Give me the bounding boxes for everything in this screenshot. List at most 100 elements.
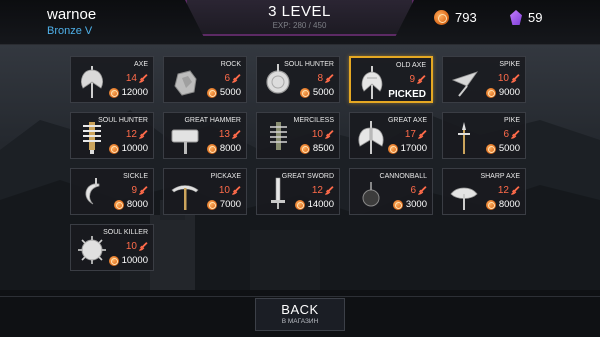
coin-balance[interactable]: 793 [434, 10, 477, 25]
weapon-power: 14 [126, 73, 148, 84]
weapon-card[interactable]: CANNONBALL 6 3000 [349, 168, 433, 215]
sword-icon [418, 130, 427, 139]
weapon-price: 7000 [206, 199, 241, 210]
pickaxe-icon [168, 174, 202, 212]
weapon-price: 8000 [206, 143, 241, 154]
weapon-card[interactable]: GREAT AXE 17 17000 [349, 112, 433, 159]
weapon-name: SPIKE [499, 61, 520, 68]
weapon-price: 8000 [113, 199, 148, 210]
power-value: 13 [218, 129, 230, 140]
divider [0, 296, 600, 297]
back-button[interactable]: BACK В МАГАЗИН [255, 298, 345, 331]
weapon-power: 12 [498, 185, 520, 196]
rock-icon [168, 62, 202, 100]
sword-icon [139, 74, 148, 83]
power-value: 6 [410, 185, 416, 196]
weapon-name: SOUL HUNTER [284, 61, 334, 68]
sword-icon [511, 130, 520, 139]
weapon-grid: AXE 14 12000 ROCK 6 5000 SOUL HUNTER 8 5000 OLD A… [70, 56, 530, 271]
weapon-price: 12000 [108, 87, 148, 98]
price-value: 17000 [400, 143, 427, 154]
weapon-card[interactable]: PICKAXE 10 7000 [163, 168, 247, 215]
weapon-power: 10 [219, 185, 241, 196]
spike-icon [447, 62, 481, 100]
weapon-price: 10000 [108, 255, 148, 266]
spiked-mace-icon [261, 118, 295, 156]
weapon-card[interactable]: GREAT SWORD 12 14000 [256, 168, 340, 215]
weapon-card[interactable]: SOUL HUNTER 8 5000 [256, 56, 340, 103]
weapon-name: ROCK [220, 61, 241, 68]
power-value: 10 [125, 241, 137, 252]
coin-count: 793 [455, 10, 477, 25]
weapon-price: 17000 [387, 143, 427, 154]
coin-icon [294, 199, 305, 210]
power-value: 9 [131, 185, 137, 196]
weapon-name: SOUL HUNTER [98, 117, 148, 124]
weapon-power: 8 [317, 73, 334, 84]
weapon-card[interactable]: ROCK 6 5000 [163, 56, 247, 103]
power-value: 14 [125, 73, 137, 84]
coin-icon [206, 199, 217, 210]
weapon-power: 9 [409, 74, 426, 85]
weapon-power: 12 [312, 185, 334, 196]
weapon-card[interactable]: MERCILESS 10 8500 [256, 112, 340, 159]
weapon-card[interactable]: GREAT HAMMER 13 8000 [163, 112, 247, 159]
gem-count: 59 [528, 10, 543, 25]
weapon-power: 6 [503, 129, 520, 140]
weapon-name: OLD AXE [396, 62, 426, 69]
power-value: 17 [404, 129, 416, 140]
price-value: 3000 [405, 199, 427, 210]
price-value: 5000 [498, 143, 520, 154]
weapon-card[interactable]: SHARP AXE 12 8000 [442, 168, 526, 215]
coin-icon [206, 87, 217, 98]
weapon-name: GREAT SWORD [281, 173, 334, 180]
price-value: 14000 [307, 199, 334, 210]
sword-icon [232, 74, 241, 83]
weapon-power: 6 [410, 185, 427, 196]
weapon-power: 12 [126, 129, 148, 140]
weapon-power: 10 [498, 73, 520, 84]
gem-balance[interactable]: 59 [510, 10, 542, 25]
sickle-icon [75, 174, 109, 212]
power-value: 10 [311, 129, 323, 140]
weapon-card[interactable]: SOUL HUNTER 12 10000 [70, 112, 154, 159]
power-value: 8 [317, 73, 323, 84]
weapon-card[interactable]: SICKLE 9 8000 [70, 168, 154, 215]
price-value: 10000 [121, 255, 148, 266]
weapon-power: 10 [126, 241, 148, 252]
weapon-card[interactable]: SOUL KILLER 10 10000 [70, 224, 154, 271]
weapon-price: 3000 [392, 199, 427, 210]
sword-icon [325, 130, 334, 139]
sword-icon [325, 186, 334, 195]
weapon-card[interactable]: SPIKE 10 9000 [442, 56, 526, 103]
weapon-name: SICKLE [123, 173, 148, 180]
sword-icon [511, 74, 520, 83]
level-label: 3 LEVEL [268, 3, 331, 20]
weapon-card[interactable]: OLD AXE 9 PICKED [349, 56, 433, 103]
weapon-name: SHARP AXE [480, 173, 520, 180]
weapon-name: PICKAXE [210, 173, 241, 180]
weapon-card[interactable]: AXE 14 12000 [70, 56, 154, 103]
coin-icon [108, 143, 119, 154]
weapon-card[interactable]: PIKE 6 5000 [442, 112, 526, 159]
sword-icon [139, 242, 148, 251]
price-value: 7000 [219, 199, 241, 210]
price-value: 8000 [219, 143, 241, 154]
player-name: warnoe [47, 6, 97, 23]
weapon-price: 5000 [206, 87, 241, 98]
weapon-power: 13 [219, 129, 241, 140]
coin-icon [206, 143, 217, 154]
weapon-power: 17 [405, 129, 427, 140]
power-value: 6 [224, 73, 230, 84]
weapon-name: AXE [133, 61, 148, 68]
sword-icon [325, 74, 334, 83]
exp-progress: EXP: 280 / 450 [272, 21, 327, 30]
price-value: 8500 [312, 143, 334, 154]
sword-icon [417, 75, 426, 84]
weapon-name: CANNONBALL [379, 173, 427, 180]
weapon-power: 6 [224, 73, 241, 84]
old-axe-icon [355, 63, 389, 101]
weapon-price: 8500 [299, 143, 334, 154]
double-axe-icon [354, 118, 388, 156]
weapon-power: 10 [312, 129, 334, 140]
